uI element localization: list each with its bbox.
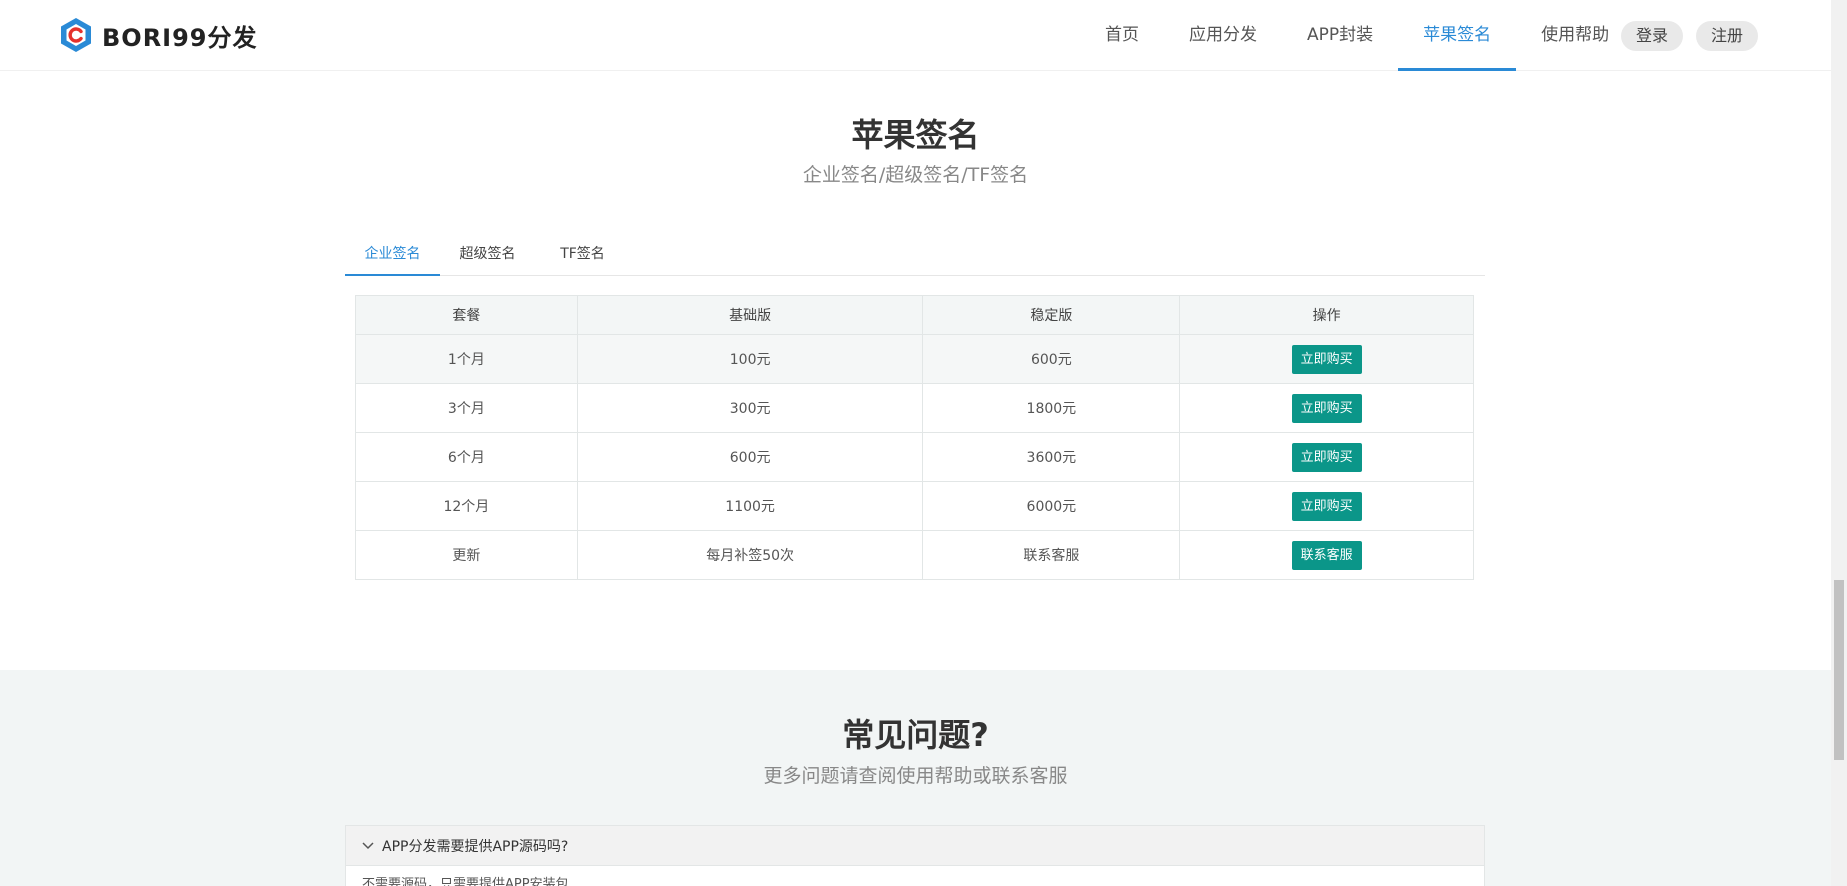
action-cell: 立即购买: [1179, 481, 1474, 531]
faq-title: 常见问题?: [842, 716, 989, 754]
scrollbar-thumb[interactable]: [1834, 580, 1844, 760]
plan-cell: 12个月: [355, 481, 578, 531]
nav-item-app-distribution[interactable]: 应用分发: [1164, 0, 1282, 71]
stable-price-cell: 6000元: [922, 481, 1181, 531]
main-nav: 首页 应用分发 APP封装 苹果签名 使用帮助: [1080, 0, 1634, 71]
action-cell: 联系客服: [1179, 530, 1474, 580]
page-scrollbar[interactable]: [1831, 0, 1847, 886]
faq-subtitle: 更多问题请查阅使用帮助或联系客服: [763, 765, 1068, 787]
action-cell: 立即购买: [1179, 334, 1474, 384]
section-subtitle: 企业签名/超级签名/TF签名: [802, 164, 1029, 186]
auth-buttons: 登录 注册: [1621, 21, 1759, 51]
column-header: 操作: [1179, 295, 1474, 335]
nav-item-apple-signing[interactable]: 苹果签名: [1398, 0, 1517, 71]
column-header: 基础版: [576, 295, 924, 335]
register-button[interactable]: 注册: [1696, 21, 1759, 51]
action-cell: 立即购买: [1179, 383, 1474, 433]
table-header-row: 套餐 基础版 稳定版 操作: [355, 295, 1474, 335]
logo-text: BORI99分发: [102, 23, 258, 52]
buy-now-button[interactable]: 立即购买: [1291, 393, 1362, 423]
basic-price-cell: 600元: [576, 432, 924, 482]
table-row: 1个月 100元 600元 立即购买: [355, 334, 1474, 384]
plan-cell: 3个月: [355, 383, 578, 433]
faq-question-text: APP分发需要提供APP源码吗?: [382, 838, 569, 855]
buy-now-button[interactable]: 立即购买: [1291, 442, 1362, 472]
stable-price-cell: 1800元: [922, 383, 1181, 433]
buy-now-button[interactable]: 立即购买: [1291, 491, 1362, 521]
logo[interactable]: BORI99分发: [60, 17, 258, 53]
login-button[interactable]: 登录: [1621, 21, 1684, 51]
stable-price-cell: 600元: [922, 334, 1181, 384]
section-title: 苹果签名: [851, 116, 980, 154]
tab-super-signing[interactable]: 超级签名: [440, 236, 535, 275]
plan-cell: 1个月: [355, 334, 578, 384]
column-header: 稳定版: [922, 295, 1181, 335]
basic-price-cell: 300元: [576, 383, 924, 433]
table-row: 更新 每月补签50次 联系客服 联系客服: [355, 530, 1474, 580]
plan-cell: 6个月: [355, 432, 578, 482]
pricing-table: 套餐 基础版 稳定版 操作 1个月 100元 600元 立即购买 3个月 300…: [355, 295, 1474, 580]
tab-tf-signing[interactable]: TF签名: [535, 236, 630, 275]
stable-price-cell: 联系客服: [922, 530, 1181, 580]
basic-price-cell: 100元: [576, 334, 924, 384]
faq-item: APP分发需要提供APP源码吗? 不需要源码，只需要提供APP安装包: [345, 825, 1485, 886]
basic-price-cell: 1100元: [576, 481, 924, 531]
signing-tabs: 企业签名 超级签名 TF签名: [345, 236, 1485, 276]
nav-item-app-packaging[interactable]: APP封装: [1282, 0, 1398, 71]
basic-price-cell: 每月补签50次: [576, 530, 924, 580]
chevron-down-icon: [362, 841, 374, 849]
table-row: 6个月 600元 3600元 立即购买: [355, 432, 1474, 482]
stable-price-cell: 3600元: [922, 432, 1181, 482]
action-cell: 立即购买: [1179, 432, 1474, 482]
column-header: 套餐: [355, 295, 578, 335]
nav-item-help[interactable]: 使用帮助: [1516, 0, 1634, 71]
top-header: BORI99分发 首页 应用分发 APP封装 苹果签名 使用帮助 登录 注册: [0, 0, 1831, 71]
faq-answer: 不需要源码，只需要提供APP安装包: [362, 877, 569, 886]
nav-item-home[interactable]: 首页: [1080, 0, 1164, 71]
contact-support-button[interactable]: 联系客服: [1291, 540, 1362, 570]
buy-now-button[interactable]: 立即购买: [1291, 344, 1362, 374]
tab-enterprise-signing[interactable]: 企业签名: [345, 236, 440, 276]
faq-question[interactable]: APP分发需要提供APP源码吗?: [346, 826, 1484, 866]
table-row: 3个月 300元 1800元 立即购买: [355, 383, 1474, 433]
table-row: 12个月 1100元 6000元 立即购买: [355, 481, 1474, 531]
logo-icon: [61, 18, 91, 52]
plan-cell: 更新: [355, 530, 578, 580]
